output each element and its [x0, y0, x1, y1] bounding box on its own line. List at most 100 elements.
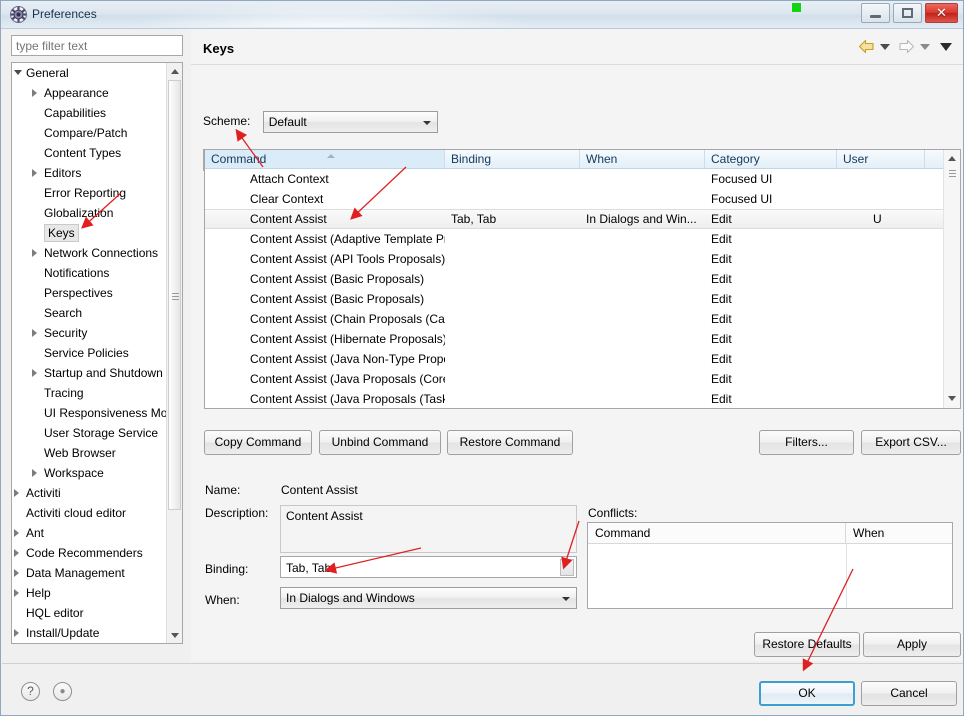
sidebar-item-data-management[interactable]: Data Management — [12, 563, 168, 583]
table-row[interactable]: Content Assist (Hibernate Proposals) Edit — [205, 329, 946, 349]
description-textarea[interactable]: Content Assist — [280, 505, 577, 553]
key-bindings-table[interactable]: Command Binding When Category User Attach Co… — [204, 149, 961, 409]
tree-collapsed-arrow-icon[interactable] — [14, 569, 19, 577]
sidebar-item-code-recommenders[interactable]: Code Recommenders — [12, 543, 168, 563]
sidebar-item-tracing[interactable]: Tracing — [12, 383, 168, 403]
table-column-header-command[interactable]: Command — [205, 150, 445, 168]
sidebar-item-appearance[interactable]: Appearance — [12, 83, 168, 103]
sidebar-item-activiti-cloud-editor[interactable]: Activiti cloud editor — [12, 503, 168, 523]
sidebar-item-perspectives[interactable]: Perspectives — [12, 283, 168, 303]
maximize-button[interactable] — [893, 3, 922, 23]
restore-command-button[interactable]: Restore Command — [447, 430, 573, 455]
sidebar-item-ant[interactable]: Ant — [12, 523, 168, 543]
table-body[interactable]: Attach Context Focused UI Clear Context Foc… — [205, 169, 946, 408]
table-vertical-scrollbar[interactable] — [943, 150, 960, 408]
sidebar-item-workspace[interactable]: Workspace — [12, 463, 168, 483]
tree-collapsed-arrow-icon[interactable] — [32, 329, 37, 337]
tree-collapsed-arrow-icon[interactable] — [32, 369, 37, 377]
forward-arrow-icon[interactable] — [898, 39, 915, 54]
sidebar-item-keys[interactable]: Keys — [12, 223, 168, 243]
tree-collapsed-arrow-icon[interactable] — [14, 549, 19, 557]
sidebar-item-help[interactable]: Help — [12, 583, 168, 603]
sidebar-item-search[interactable]: Search — [12, 303, 168, 323]
conflicts-column-when[interactable]: When — [846, 523, 952, 543]
unbind-command-button[interactable]: Unbind Command — [319, 430, 441, 455]
view-menu-icon[interactable] — [940, 43, 952, 52]
table-row[interactable]: Content Assist (Adaptive Template Propos… — [205, 229, 946, 249]
conflicts-table[interactable]: Command When — [587, 522, 953, 609]
preferences-tree[interactable]: General Appearance Capabilities Compare/Pat… — [11, 62, 183, 644]
table-column-header-when[interactable]: When — [580, 150, 705, 168]
when-combo[interactable]: In Dialogs and Windows — [280, 587, 577, 609]
tree-expanded-arrow-icon[interactable] — [14, 70, 22, 75]
sidebar-item-error-reporting[interactable]: Error Reporting — [12, 183, 168, 203]
back-arrow-icon[interactable] — [858, 39, 875, 54]
table-column-header-binding[interactable]: Binding — [445, 150, 580, 168]
sidebar-item-editors[interactable]: Editors — [12, 163, 168, 183]
ok-button[interactable]: OK — [759, 681, 855, 706]
tree-vertical-scrollbar[interactable] — [166, 63, 182, 643]
tree-collapsed-arrow-icon[interactable] — [32, 169, 37, 177]
tree-collapsed-arrow-icon[interactable] — [32, 249, 37, 257]
sidebar-item-general[interactable]: General — [12, 63, 168, 83]
restore-defaults-button[interactable]: Restore Defaults — [754, 632, 860, 657]
table-row[interactable]: Content Assist (Java Proposals (Core)) Ed… — [205, 369, 946, 389]
apply-button[interactable]: Apply — [863, 632, 961, 657]
sidebar-item-service-policies[interactable]: Service Policies — [12, 343, 168, 363]
minimize-button[interactable] — [861, 3, 890, 23]
sidebar-item-security[interactable]: Security — [12, 323, 168, 343]
table-row[interactable]: Content Assist (API Tools Proposals) Edit — [205, 249, 946, 269]
help-button[interactable]: ? — [21, 682, 40, 701]
close-button[interactable]: ✕ — [925, 3, 958, 23]
table-row[interactable]: Clear Context Focused UI — [205, 189, 946, 209]
tree-collapsed-arrow-icon[interactable] — [14, 589, 19, 597]
tree-collapsed-arrow-icon[interactable] — [14, 529, 19, 537]
sidebar-item-capabilities[interactable]: Capabilities — [12, 103, 168, 123]
sidebar-item-notifications[interactable]: Notifications — [12, 263, 168, 283]
sidebar-item-network-connections[interactable]: Network Connections — [12, 243, 168, 263]
sidebar-item-install-update[interactable]: Install/Update — [12, 623, 168, 643]
table-column-header-user[interactable]: User — [837, 150, 925, 168]
name-label: Name: — [205, 483, 241, 497]
tree-collapsed-arrow-icon[interactable] — [32, 89, 37, 97]
filters-button[interactable]: Filters... — [759, 430, 854, 455]
tree-scroll-down-button[interactable] — [167, 627, 182, 643]
table-row[interactable]: Content Assist Tab, Tab In Dialogs and Win… — [205, 209, 946, 229]
tree-scroll-up-button[interactable] — [167, 63, 182, 79]
sidebar-item-globalization[interactable]: Globalization — [12, 203, 168, 223]
tree-collapsed-arrow-icon[interactable] — [14, 629, 19, 637]
binding-capture-icon[interactable] — [560, 559, 574, 576]
sidebar-item-user-storage-service[interactable]: User Storage Service — [12, 423, 168, 443]
table-scroll-down-button[interactable] — [944, 391, 960, 408]
sidebar-item-ui-responsiveness-monitoring[interactable]: UI Responsiveness Monitoring — [12, 403, 168, 423]
table-row[interactable]: Content Assist (Java Non-Type Proposals)… — [205, 349, 946, 369]
tree-collapsed-arrow-icon[interactable] — [14, 489, 19, 497]
table-row[interactable]: Content Assist (Java Proposals (Task...)… — [205, 389, 946, 408]
sidebar-item-activiti[interactable]: Activiti — [12, 483, 168, 503]
table-row[interactable]: Content Assist (Basic Proposals) Edit — [205, 269, 946, 289]
forward-dropdown-icon[interactable] — [920, 44, 930, 51]
sidebar-item-hql-editor[interactable]: HQL editor — [12, 603, 168, 623]
apply-preset-button[interactable]: ● — [53, 682, 72, 701]
preferences-gear-icon — [10, 6, 27, 23]
tree-scrollbar-thumb[interactable] — [168, 80, 181, 510]
table-row[interactable]: Content Assist (Chain Proposals (Can...)… — [205, 309, 946, 329]
table-scroll-up-button[interactable] — [944, 150, 960, 167]
binding-input-wrapper[interactable] — [280, 556, 577, 579]
cancel-button[interactable]: Cancel — [861, 681, 957, 706]
sidebar-item-startup-and-shutdown[interactable]: Startup and Shutdown — [12, 363, 168, 383]
sidebar-item-compare-patch[interactable]: Compare/Patch — [12, 123, 168, 143]
sidebar-item-content-types[interactable]: Content Types — [12, 143, 168, 163]
table-column-header-category[interactable]: Category — [705, 150, 837, 168]
back-dropdown-icon[interactable] — [880, 44, 890, 51]
table-row[interactable]: Attach Context Focused UI — [205, 169, 946, 189]
export-csv-button[interactable]: Export CSV... — [861, 430, 961, 455]
filter-text-input[interactable] — [11, 35, 183, 56]
table-row[interactable]: Content Assist (Basic Proposals) Edit — [205, 289, 946, 309]
scheme-combo[interactable]: Default — [262, 111, 438, 133]
sidebar-item-web-browser[interactable]: Web Browser — [12, 443, 168, 463]
tree-collapsed-arrow-icon[interactable] — [32, 469, 37, 477]
conflicts-column-command[interactable]: Command — [588, 523, 846, 543]
copy-command-button[interactable]: Copy Command — [204, 430, 312, 455]
binding-input[interactable] — [281, 557, 560, 579]
